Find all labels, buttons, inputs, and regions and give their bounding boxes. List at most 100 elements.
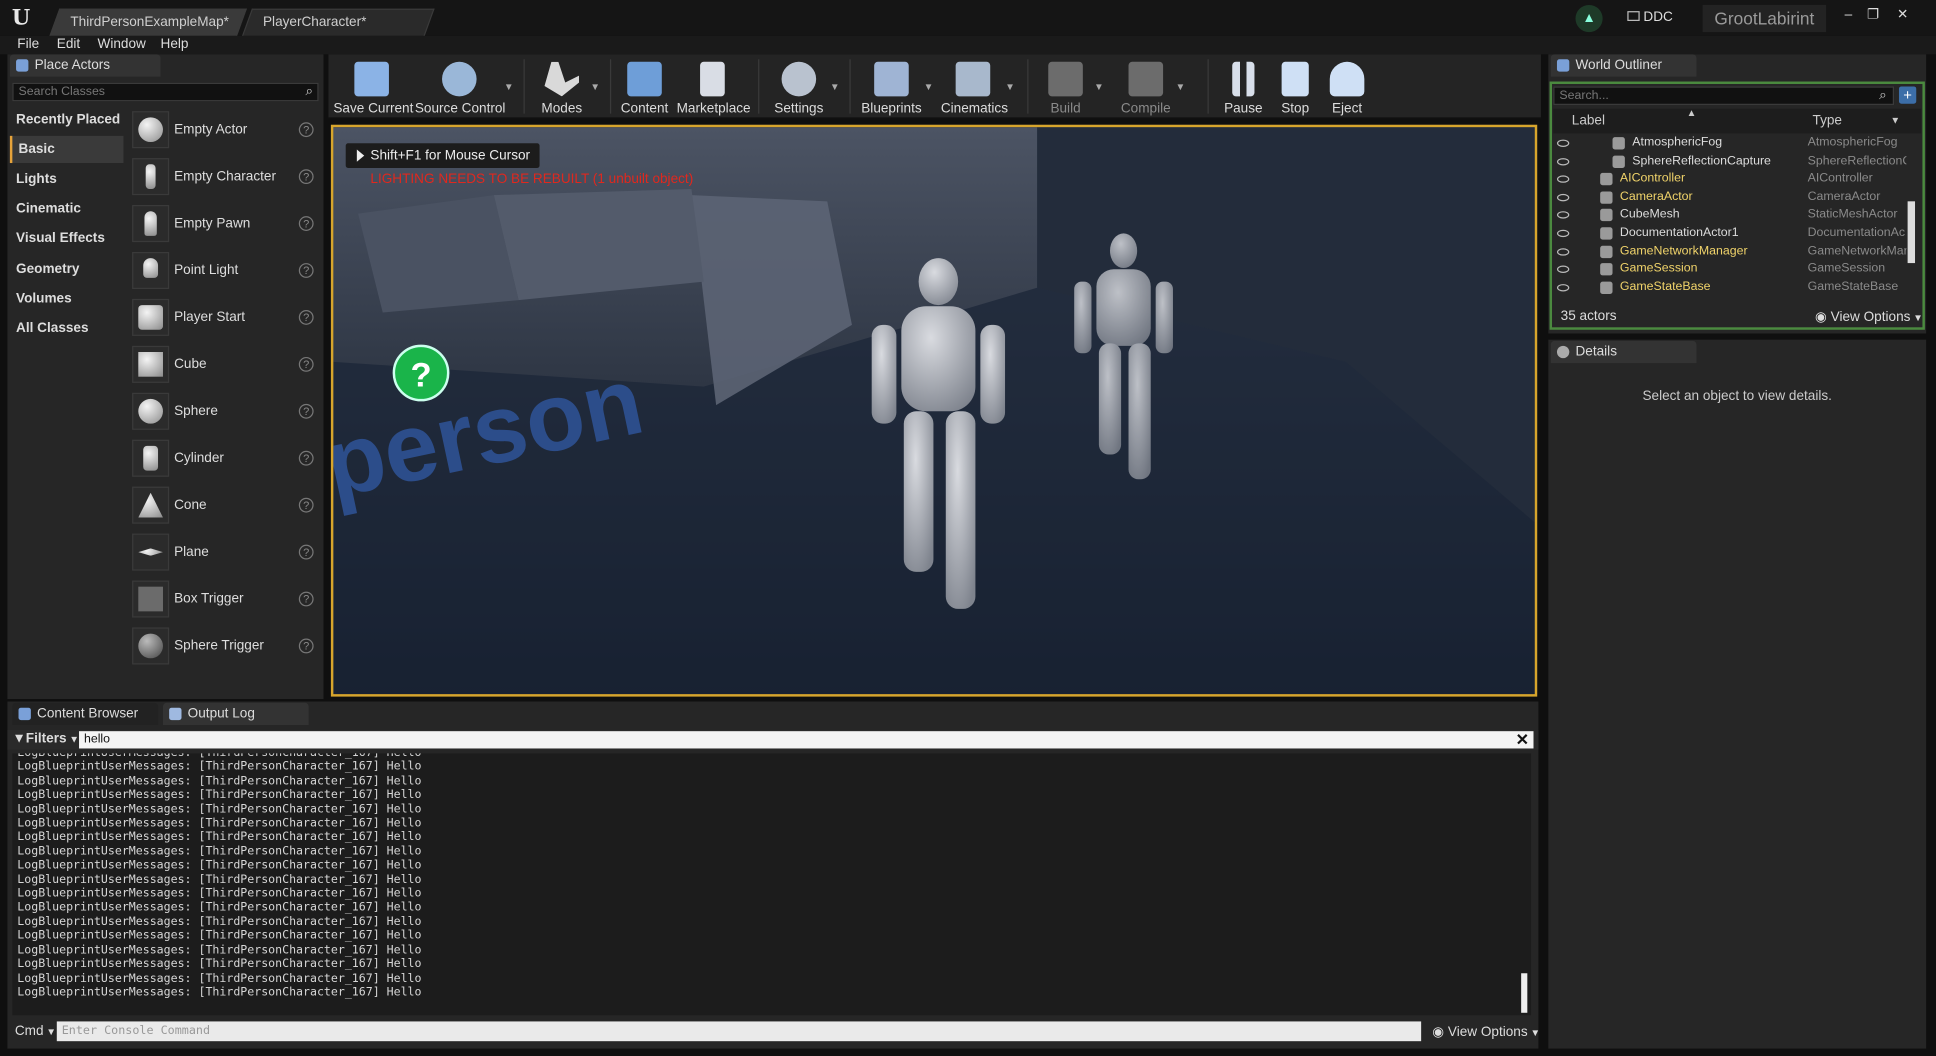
menu-help[interactable]: Help bbox=[161, 36, 189, 55]
outliner-row[interactable]: AIController AIController bbox=[1553, 171, 1906, 189]
blueprints-button[interactable]: Blueprints ▼ bbox=[859, 54, 933, 118]
help-icon[interactable]: ? bbox=[298, 450, 314, 466]
modes-button[interactable]: Modes ▼ bbox=[533, 54, 600, 118]
dropdown-arrow-icon[interactable]: ▼ bbox=[504, 82, 514, 93]
help-icon[interactable]: ? bbox=[298, 169, 314, 185]
actor-cube[interactable]: Cube? bbox=[128, 343, 319, 387]
tab-place-actors[interactable]: Place Actors bbox=[9, 54, 161, 77]
visibility-eye-icon[interactable] bbox=[1556, 283, 1570, 292]
menu-file[interactable]: File bbox=[17, 36, 39, 55]
search-classes-input[interactable]: Search Classes bbox=[12, 82, 319, 102]
filters-button[interactable]: ▼Filters ▼ bbox=[12, 731, 79, 746]
actor-box-trigger[interactable]: Box Trigger? bbox=[128, 578, 319, 622]
visibility-eye-icon[interactable] bbox=[1556, 211, 1570, 220]
tab-content-browser[interactable]: Content Browser bbox=[12, 702, 159, 726]
outliner-row[interactable]: GameNetworkManager GameNetworkMar bbox=[1553, 243, 1906, 261]
actor-empty-actor[interactable]: Empty Actor? bbox=[128, 109, 319, 153]
minimize-button[interactable]: – bbox=[1836, 6, 1861, 23]
tab-player-character[interactable]: PlayerCharacter* bbox=[241, 8, 435, 36]
source-control-button[interactable]: Source Control ▼ bbox=[415, 54, 514, 118]
search-icon[interactable]: ⌕ bbox=[1874, 86, 1891, 103]
settings-button[interactable]: Settings ▼ bbox=[768, 54, 840, 118]
search-icon[interactable]: ⌕ bbox=[301, 84, 317, 100]
log-view-options[interactable]: ◉ View Options ▼ bbox=[1432, 1024, 1540, 1040]
menu-edit[interactable]: Edit bbox=[57, 36, 80, 55]
outliner-row[interactable]: AtmosphericFog AtmosphericFog bbox=[1553, 135, 1906, 153]
actor-empty-pawn[interactable]: Empty Pawn? bbox=[128, 203, 319, 247]
tab-world-outliner[interactable]: World Outliner bbox=[1550, 54, 1697, 77]
stop-button[interactable]: Stop bbox=[1274, 54, 1316, 118]
console-command-input[interactable]: Enter Console Command bbox=[56, 1021, 1422, 1042]
save-current-button[interactable]: Save Current bbox=[333, 54, 413, 118]
clear-search-icon[interactable]: ✕ bbox=[1514, 731, 1531, 748]
visibility-eye-icon[interactable] bbox=[1556, 193, 1570, 202]
dropdown-arrow-icon[interactable]: ▼ bbox=[1176, 82, 1186, 93]
category-cinematic[interactable]: Cinematic bbox=[10, 195, 124, 222]
outliner-row[interactable]: GameStateBase GameStateBase bbox=[1553, 279, 1906, 297]
close-button[interactable]: ✕ bbox=[1890, 6, 1915, 23]
actor-player-start[interactable]: Player Start? bbox=[128, 296, 319, 340]
eject-button[interactable]: Eject bbox=[1324, 54, 1371, 118]
category-volumes[interactable]: Volumes bbox=[10, 285, 124, 312]
dropdown-arrow-icon[interactable]: ▼ bbox=[924, 82, 934, 93]
help-icon[interactable]: ? bbox=[298, 263, 314, 278]
actor-plane[interactable]: Plane? bbox=[128, 531, 319, 575]
content-button[interactable]: Content bbox=[617, 54, 671, 118]
dropdown-arrow-icon[interactable]: ▼ bbox=[830, 82, 840, 93]
add-filter-icon[interactable]: + bbox=[1898, 86, 1917, 104]
help-icon[interactable]: ? bbox=[298, 356, 314, 372]
actor-cone[interactable]: Cone? bbox=[128, 484, 319, 528]
help-icon[interactable]: ? bbox=[298, 497, 314, 513]
help-icon[interactable]: ? bbox=[298, 591, 314, 607]
outliner-row[interactable]: SphereReflectionCapture SphereReflectionC bbox=[1553, 153, 1906, 171]
outliner-view-options[interactable]: ◉ View Options ▼ bbox=[1815, 309, 1923, 325]
visibility-eye-icon[interactable] bbox=[1556, 229, 1570, 238]
pause-button[interactable]: Pause bbox=[1217, 54, 1269, 118]
visibility-eye-icon[interactable] bbox=[1556, 157, 1570, 166]
maximize-button[interactable]: ❐ bbox=[1861, 6, 1886, 23]
label-column-header[interactable]: Label bbox=[1572, 109, 1605, 134]
category-lights[interactable]: Lights bbox=[10, 166, 124, 193]
ddc-indicator[interactable]: DDC bbox=[1627, 10, 1673, 25]
actor-point-light[interactable]: Point Light? bbox=[128, 249, 319, 293]
outliner-scrollbar[interactable] bbox=[1907, 201, 1916, 264]
help-icon[interactable]: ? bbox=[298, 544, 314, 560]
actor-sphere[interactable]: Sphere? bbox=[128, 390, 319, 434]
category-all-classes[interactable]: All Classes bbox=[10, 315, 124, 342]
log-scrollbar[interactable] bbox=[1521, 973, 1528, 1013]
tab-third-person-map[interactable]: ThirdPersonExampleMap* bbox=[49, 8, 247, 36]
visibility-eye-icon[interactable] bbox=[1556, 247, 1570, 256]
build-button[interactable]: Build ▼ bbox=[1037, 54, 1104, 118]
help-icon[interactable]: ? bbox=[298, 216, 314, 231]
category-visual-effects[interactable]: Visual Effects bbox=[10, 225, 124, 252]
outliner-row[interactable]: DocumentationActor1 DocumentationAc bbox=[1553, 225, 1906, 243]
learn-icon[interactable]: ▲ bbox=[1575, 4, 1603, 33]
compile-button[interactable]: Compile ▼ bbox=[1116, 54, 1185, 118]
menu-window[interactable]: Window bbox=[98, 36, 146, 55]
actor-sphere-trigger[interactable]: Sphere Trigger? bbox=[128, 625, 319, 669]
outliner-search-input[interactable]: Search... bbox=[1553, 86, 1895, 105]
category-basic[interactable]: Basic bbox=[9, 135, 124, 164]
tab-output-log[interactable]: Output Log bbox=[162, 702, 309, 726]
log-search-input[interactable]: hello bbox=[79, 731, 1534, 749]
type-column-header[interactable]: Type bbox=[1813, 109, 1842, 134]
outliner-row[interactable]: CameraActor CameraActor bbox=[1553, 189, 1906, 207]
chevron-down-icon[interactable]: ▼ bbox=[1890, 109, 1900, 134]
visibility-eye-icon[interactable] bbox=[1556, 175, 1570, 184]
help-icon[interactable]: ? bbox=[298, 638, 314, 654]
actor-cylinder[interactable]: Cylinder? bbox=[128, 437, 319, 481]
tab-details[interactable]: Details bbox=[1550, 340, 1697, 364]
help-icon[interactable]: ? bbox=[298, 403, 314, 419]
help-icon[interactable]: ? bbox=[298, 310, 314, 325]
category-geometry[interactable]: Geometry bbox=[10, 256, 124, 283]
level-viewport[interactable]: person ? Shift+F1 for Mouse Cursor LIGHT… bbox=[330, 124, 1538, 697]
dropdown-arrow-icon[interactable]: ▼ bbox=[1094, 82, 1104, 93]
visibility-eye-icon[interactable] bbox=[1556, 265, 1570, 274]
log-text-area[interactable]: LogBlueprintUserMessages: [ThirdPersonCh… bbox=[12, 753, 1532, 1016]
cinematics-button[interactable]: Cinematics ▼ bbox=[941, 54, 1015, 118]
category-recently-placed[interactable]: Recently Placed bbox=[10, 106, 124, 133]
outliner-row[interactable]: GameSession GameSession bbox=[1553, 261, 1906, 279]
dropdown-arrow-icon[interactable]: ▼ bbox=[590, 82, 600, 93]
actor-empty-character[interactable]: Empty Character? bbox=[128, 156, 319, 200]
help-icon[interactable]: ? bbox=[298, 122, 314, 138]
